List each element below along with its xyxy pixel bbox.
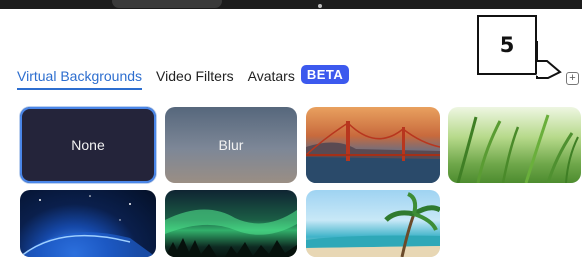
add-background-button[interactable]: +	[566, 72, 579, 85]
background-grass-tile[interactable]	[448, 107, 581, 183]
tab-avatars[interactable]: Avatars	[248, 68, 295, 88]
background-blur-tile[interactable]: Blur	[165, 107, 297, 183]
background-aurora-tile[interactable]	[165, 190, 297, 257]
add-icon: +	[569, 72, 576, 84]
background-golden-gate-tile[interactable]	[306, 107, 440, 183]
background-earth-tile[interactable]	[20, 190, 156, 257]
blur-label: Blur	[218, 137, 244, 153]
earth-image	[20, 195, 156, 257]
background-beach-tile[interactable]	[306, 190, 440, 257]
tab-video-filters[interactable]: Video Filters	[156, 68, 234, 88]
beach-image	[306, 192, 440, 257]
aurora-image	[165, 209, 297, 257]
none-label: None	[71, 137, 105, 153]
background-tabs: Virtual Backgrounds Video Filters Avatar…	[17, 65, 350, 92]
grass-image	[456, 114, 579, 183]
tab-virtual-backgrounds[interactable]: Virtual Backgrounds	[17, 68, 143, 90]
background-none-tile[interactable]: None	[20, 107, 156, 183]
golden-gate-image	[306, 121, 440, 183]
beta-badge: BETA	[300, 65, 350, 84]
